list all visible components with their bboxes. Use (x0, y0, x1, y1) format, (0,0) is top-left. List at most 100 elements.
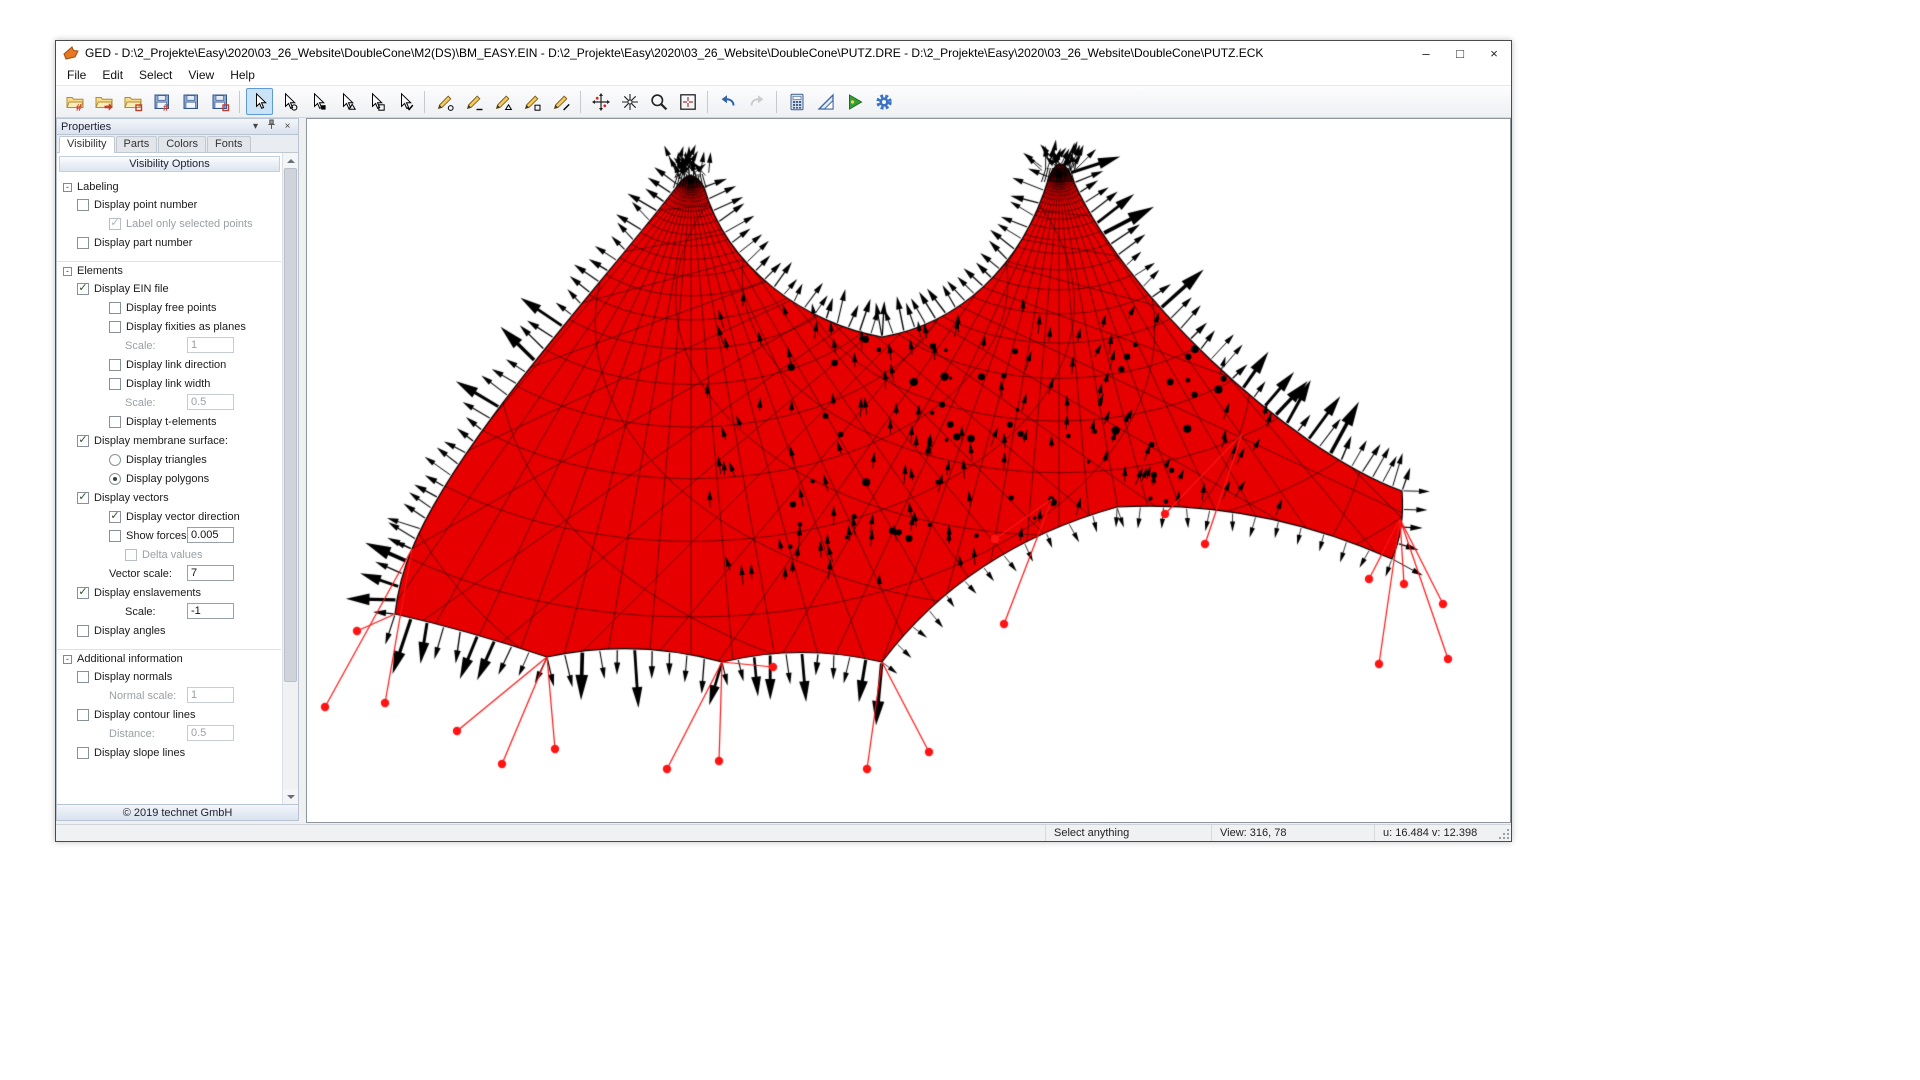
checkbox-display-point-number[interactable] (77, 199, 89, 211)
input-scale (187, 337, 234, 353)
edit-triangles-button[interactable] (489, 88, 516, 115)
checkbox-display-free-points[interactable] (109, 302, 121, 314)
checkbox-display-membrane-surface[interactable] (77, 435, 89, 447)
input-scale[interactable] (187, 603, 234, 619)
open-dre-file-button[interactable] (90, 88, 117, 115)
checkbox-display-link-width[interactable] (109, 378, 121, 390)
select-points-icon (279, 92, 299, 112)
checkbox-label-only-selected-points (109, 218, 121, 230)
label-display-free-points: Display free points (126, 302, 217, 314)
checkbox-display-slope-lines[interactable] (77, 747, 89, 759)
edit-cut-button[interactable] (547, 88, 574, 115)
tab-visibility[interactable]: Visibility (59, 136, 115, 153)
explode-view-button[interactable] (616, 88, 643, 115)
section-label: Elements (77, 265, 123, 277)
toolbar-separator (239, 91, 240, 113)
checkbox-display-enslavements[interactable] (77, 587, 89, 599)
select-links-button[interactable] (304, 88, 331, 115)
measure-button[interactable] (812, 88, 839, 115)
fit-view-button[interactable] (674, 88, 701, 115)
menu-file[interactable]: File (59, 66, 94, 84)
menu-help[interactable]: Help (222, 66, 263, 84)
save-dre-file-button[interactable] (177, 88, 204, 115)
checkbox-display-contour-lines[interactable] (77, 709, 89, 721)
calculator-button[interactable] (783, 88, 810, 115)
checkbox-display-part-number[interactable] (77, 237, 89, 249)
select-points-button[interactable] (275, 88, 302, 115)
select-apply-button[interactable] (391, 88, 418, 115)
maximize-button[interactable]: □ (1443, 41, 1477, 65)
menubar: FileEditSelectViewHelp (56, 65, 1511, 85)
row-display-vector-direction: Display vector direction (57, 507, 281, 526)
save-dre-file-icon (181, 92, 201, 112)
input-vector-scale[interactable] (187, 565, 234, 581)
label-display-ein-file: Display EIN file (94, 283, 169, 295)
select-cursor-button[interactable] (246, 88, 273, 115)
edit-links-button[interactable] (460, 88, 487, 115)
checkbox-display-link-direction[interactable] (109, 359, 121, 371)
tab-colors[interactable]: Colors (158, 136, 206, 152)
panel-close-icon[interactable]: × (281, 120, 294, 133)
pin-icon[interactable] (265, 119, 278, 134)
open-ein-file-icon: # (65, 92, 85, 112)
checkbox-display-ein-file[interactable] (77, 283, 89, 295)
window-controls: – □ × (1409, 41, 1511, 65)
open-ein-file-button[interactable]: # (61, 88, 88, 115)
save-ein-file-button[interactable]: # (148, 88, 175, 115)
collapse-icon[interactable]: - (63, 655, 72, 664)
redo-icon (747, 92, 767, 112)
checkbox-display-vectors[interactable] (77, 492, 89, 504)
app-window: GED - D:\2_Projekte\Easy\2020\03_26_Webs… (55, 40, 1512, 842)
collapse-icon[interactable]: - (63, 183, 72, 192)
input-scale (187, 394, 234, 410)
edit-quads-button[interactable] (518, 88, 545, 115)
label-scale: Scale: (125, 340, 156, 352)
redo-button (743, 88, 770, 115)
row-display-angles: Display angles (57, 621, 281, 640)
panel-scrollbar[interactable] (282, 153, 298, 804)
resize-grip[interactable] (1497, 827, 1509, 839)
scrollbar-thumb[interactable] (284, 168, 297, 682)
checkbox-display-angles[interactable] (77, 625, 89, 637)
checkbox-display-vector-direction[interactable] (109, 511, 121, 523)
row-display-contour-lines: Display contour lines (57, 705, 281, 724)
zoom-window-button[interactable] (645, 88, 672, 115)
settings-button[interactable] (870, 88, 897, 115)
row-show-forces: Show forces ≥ (57, 526, 281, 545)
menu-view[interactable]: View (180, 66, 222, 84)
radio-display-polygons[interactable] (109, 473, 121, 485)
edit-points-button[interactable] (431, 88, 458, 115)
row-distance: Distance: (57, 724, 281, 743)
checkbox-display-fixities-as-planes[interactable] (109, 321, 121, 333)
minimize-button[interactable]: – (1409, 41, 1443, 65)
membrane-canvas[interactable] (307, 119, 1510, 822)
scroll-down-icon[interactable] (283, 789, 298, 804)
tab-fonts[interactable]: Fonts (207, 136, 251, 152)
menu-edit[interactable]: Edit (94, 66, 131, 84)
radio-display-triangles[interactable] (109, 454, 121, 466)
close-button[interactable]: × (1477, 41, 1511, 65)
input-show-forces[interactable] (187, 527, 234, 543)
label-scale: Scale: (125, 606, 156, 618)
viewport[interactable] (306, 118, 1511, 823)
select-quads-button[interactable] (362, 88, 389, 115)
move-points-button[interactable] (587, 88, 614, 115)
open-eck-file-button[interactable] (119, 88, 146, 115)
collapse-icon[interactable]: - (63, 267, 72, 276)
select-triangles-button[interactable] (333, 88, 360, 115)
checkbox-display-normals[interactable] (77, 671, 89, 683)
svg-text:#: # (76, 103, 82, 112)
menu-select[interactable]: Select (131, 66, 180, 84)
move-points-icon (591, 92, 611, 112)
label-display-triangles: Display triangles (126, 454, 207, 466)
run-analysis-button[interactable] (841, 88, 868, 115)
checkbox-display-t-elements[interactable] (109, 416, 121, 428)
save-eck-file-button[interactable] (206, 88, 233, 115)
scroll-up-icon[interactable] (283, 153, 298, 168)
chevron-down-icon[interactable]: ▾ (249, 120, 262, 133)
row-display-enslavements: Display enslavements (57, 583, 281, 602)
checkbox-show-forces[interactable] (109, 530, 121, 542)
tab-parts[interactable]: Parts (116, 136, 158, 152)
label-display-part-number: Display part number (94, 237, 192, 249)
undo-button[interactable] (714, 88, 741, 115)
